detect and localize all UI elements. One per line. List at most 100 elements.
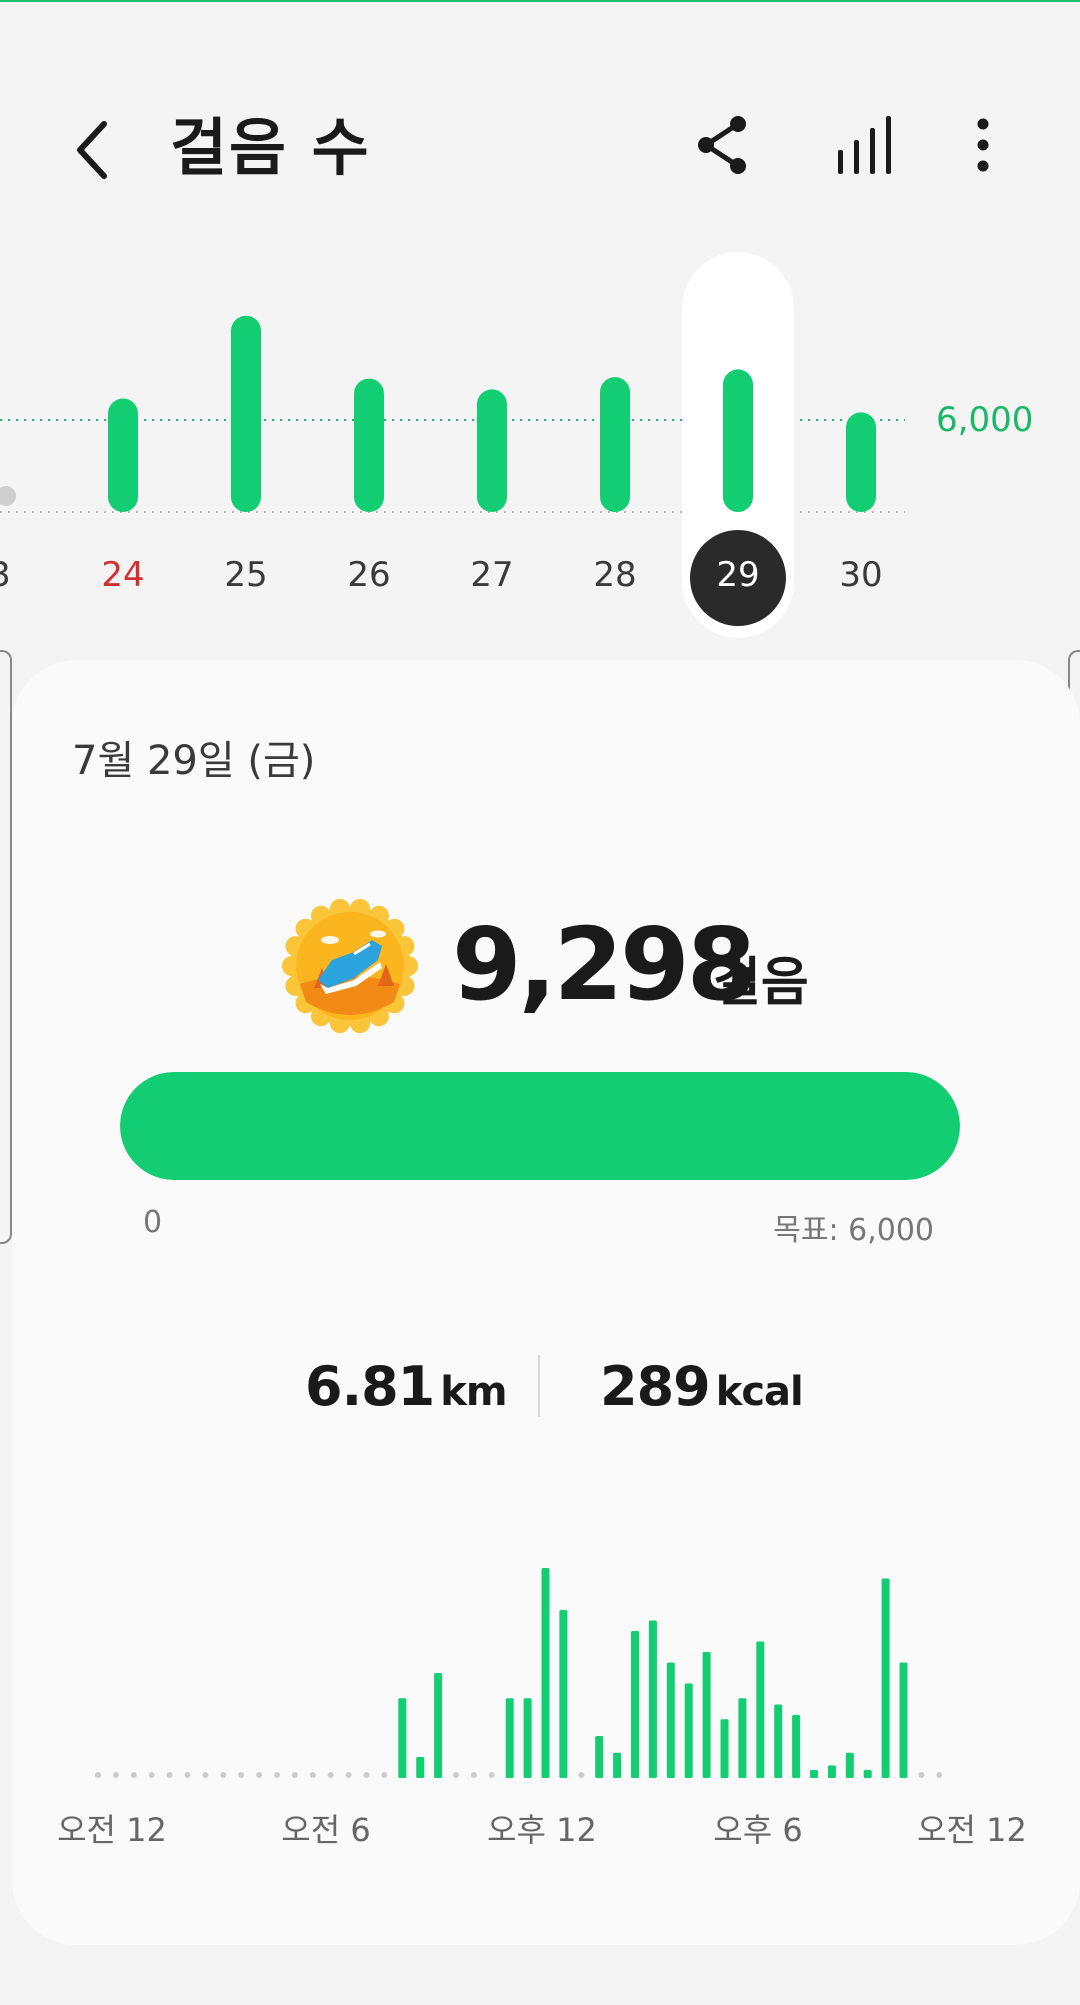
calories-value: 289 bbox=[600, 1355, 711, 1418]
hour-axis-label: 오전 12 bbox=[917, 1811, 1027, 1849]
calories-unit: kcal bbox=[715, 1369, 804, 1415]
calories-stat: 289 kcal bbox=[600, 1355, 804, 1418]
hour-axis-label: 오후 6 bbox=[713, 1811, 803, 1849]
hour-bar-37 bbox=[756, 1641, 765, 1778]
top-accent-line bbox=[0, 0, 1080, 2]
stat-divider bbox=[538, 1355, 540, 1417]
bar-chart-icon bbox=[838, 116, 891, 174]
hour-bar-26 bbox=[559, 1610, 568, 1778]
hourly-steps-chart bbox=[0, 1540, 1080, 1840]
hour-dot-1 bbox=[112, 1772, 119, 1778]
hour-dot-16 bbox=[381, 1772, 388, 1778]
day-bar-29 bbox=[723, 369, 753, 512]
day-label-24[interactable]: 24 bbox=[83, 555, 163, 595]
more-options-button[interactable] bbox=[948, 110, 1018, 180]
more-vertical-icon bbox=[977, 118, 989, 172]
hour-bar-33 bbox=[684, 1683, 693, 1778]
hour-bar-19 bbox=[434, 1673, 443, 1778]
hour-dot-7 bbox=[220, 1772, 227, 1778]
hour-bar-38 bbox=[774, 1704, 783, 1778]
day-label-30[interactable]: 30 bbox=[821, 555, 901, 595]
hour-bar-44 bbox=[881, 1578, 890, 1778]
weekly-steps-chart[interactable]: 6,000 3 24 25 26 27 28 29 30 bbox=[0, 250, 1080, 650]
app-header: 걸음 수 bbox=[0, 100, 1080, 200]
progress-min-label: 0 bbox=[143, 1205, 163, 1240]
day-bar-27 bbox=[477, 389, 507, 512]
hour-axis-label: 오전 6 bbox=[281, 1811, 371, 1849]
hour-bar-35 bbox=[720, 1719, 729, 1778]
hour-dot-20 bbox=[453, 1772, 459, 1778]
day-label-25[interactable]: 25 bbox=[206, 555, 286, 595]
share-icon bbox=[698, 116, 746, 174]
hour-bar-17 bbox=[398, 1698, 407, 1778]
hour-dot-9 bbox=[256, 1772, 263, 1778]
page-title: 걸음 수 bbox=[170, 111, 371, 184]
hour-bar-34 bbox=[702, 1652, 711, 1778]
day-bar-28 bbox=[600, 377, 630, 512]
day-label-28[interactable]: 28 bbox=[575, 555, 655, 595]
hour-bar-42 bbox=[845, 1752, 854, 1778]
hour-bar-24 bbox=[523, 1698, 532, 1778]
hour-dot-47 bbox=[936, 1772, 943, 1778]
hour-dot-6 bbox=[202, 1772, 209, 1778]
goal-progress-bar bbox=[120, 1072, 960, 1180]
hourly-chart-canvas bbox=[95, 1568, 943, 1778]
steps-count: 9,298 bbox=[452, 906, 756, 1023]
hour-bar-43 bbox=[863, 1770, 872, 1778]
goal-line-label: 6,000 bbox=[936, 400, 1034, 440]
hour-axis-label: 오후 12 bbox=[487, 1811, 597, 1849]
day-label-3[interactable]: 3 bbox=[0, 555, 40, 595]
chevron-left-icon bbox=[77, 121, 107, 179]
hour-dot-3 bbox=[148, 1772, 155, 1778]
day-bar-24 bbox=[108, 398, 138, 512]
hour-bar-28 bbox=[595, 1736, 604, 1778]
hour-bar-25 bbox=[541, 1568, 550, 1778]
hour-bar-41 bbox=[827, 1765, 836, 1778]
hour-bar-40 bbox=[810, 1770, 818, 1778]
hour-dot-2 bbox=[130, 1772, 137, 1778]
hour-bar-45 bbox=[899, 1662, 908, 1778]
hour-dot-5 bbox=[184, 1772, 191, 1778]
day-label-27[interactable]: 27 bbox=[452, 555, 532, 595]
hour-bar-30 bbox=[631, 1631, 639, 1778]
hour-dot-11 bbox=[291, 1772, 298, 1778]
hour-dot-14 bbox=[345, 1772, 352, 1778]
hour-dot-13 bbox=[327, 1772, 334, 1778]
goal-achieved-badge-icon bbox=[282, 898, 418, 1034]
hour-dot-22 bbox=[488, 1772, 495, 1778]
progress-goal-label: 목표: 6,000 bbox=[773, 1213, 934, 1248]
day-bar-26 bbox=[354, 378, 384, 512]
day-label-29[interactable]: 29 bbox=[698, 555, 778, 595]
hour-bar-29 bbox=[613, 1752, 622, 1778]
hour-bar-31 bbox=[648, 1620, 657, 1778]
hour-bar-18 bbox=[416, 1757, 425, 1778]
back-button[interactable] bbox=[62, 108, 122, 188]
hour-dot-12 bbox=[309, 1772, 316, 1778]
distance-unit: km bbox=[440, 1369, 507, 1415]
hour-bar-32 bbox=[666, 1662, 675, 1778]
hour-bar-23 bbox=[505, 1698, 514, 1778]
day-bar-25 bbox=[231, 315, 261, 512]
hour-dot-21 bbox=[470, 1772, 477, 1778]
hour-dot-10 bbox=[274, 1772, 280, 1778]
day-label-26[interactable]: 26 bbox=[329, 555, 409, 595]
day-dot-3 bbox=[0, 486, 16, 506]
distance-value: 6.81 bbox=[305, 1355, 435, 1418]
share-button[interactable] bbox=[688, 110, 758, 180]
summary-date: 7월 29일 (금) bbox=[72, 738, 316, 784]
steps-unit: 걸음 bbox=[713, 953, 809, 1013]
hour-dot-4 bbox=[166, 1772, 173, 1778]
goal-progress-fill bbox=[120, 1072, 960, 1180]
hour-bar-39 bbox=[792, 1715, 801, 1778]
hour-dot-8 bbox=[238, 1772, 245, 1778]
hour-bar-36 bbox=[738, 1698, 747, 1778]
trends-button[interactable] bbox=[830, 110, 900, 180]
previous-card-edge[interactable] bbox=[0, 650, 12, 1244]
hour-dot-0 bbox=[95, 1772, 101, 1778]
hour-dot-15 bbox=[363, 1772, 370, 1778]
hour-dot-27 bbox=[578, 1772, 585, 1778]
hour-axis-label: 오전 12 bbox=[57, 1811, 167, 1849]
distance-stat: 6.81 km bbox=[305, 1355, 508, 1418]
day-bar-30 bbox=[846, 412, 876, 512]
hour-dot-46 bbox=[918, 1772, 925, 1778]
